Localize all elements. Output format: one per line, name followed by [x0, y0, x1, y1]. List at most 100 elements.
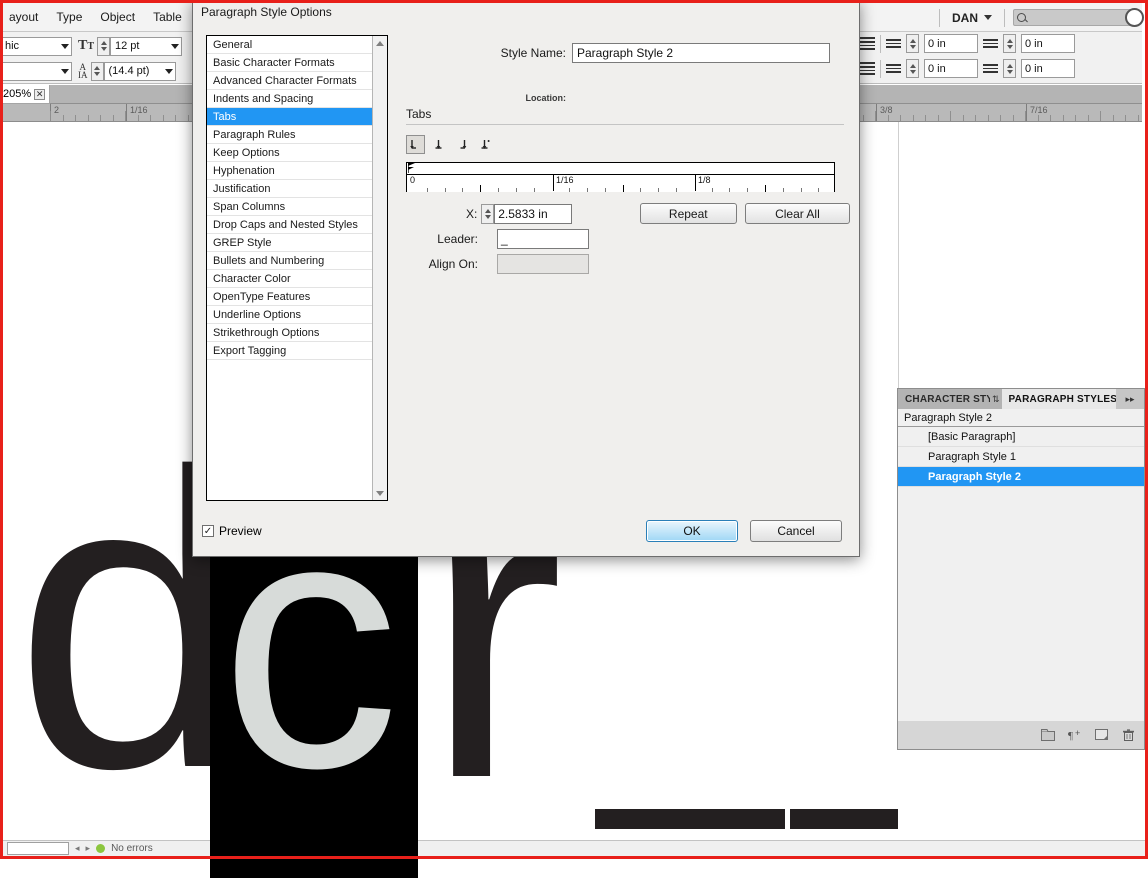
leading-stepper[interactable]	[90, 61, 104, 81]
new-style-group-icon[interactable]	[1040, 728, 1055, 742]
indent-last-stepper[interactable]	[1003, 59, 1016, 78]
preview-checkbox[interactable]: ✓	[202, 525, 214, 537]
dialog-category-label: Bullets and Numbering	[213, 255, 325, 267]
font-size-combo[interactable]: 12 pt	[110, 36, 183, 56]
list-item[interactable]: Paragraph Style 2	[898, 467, 1144, 487]
next-page-icon[interactable]: ▸	[86, 843, 91, 854]
duplicate-style-icon[interactable]	[1094, 728, 1109, 742]
menu-object[interactable]: Object	[91, 8, 144, 26]
search-icon	[1017, 13, 1026, 22]
indent-controls-row-1: 0 in 0 in	[860, 34, 1075, 53]
divider	[880, 34, 881, 53]
dialog-category-advanced-character-formats[interactable]: Advanced Character Formats	[207, 72, 372, 90]
clear-all-button[interactable]: Clear All	[744, 203, 850, 224]
dialog-category-span-columns[interactable]: Span Columns	[207, 198, 372, 216]
align-right-tab-button[interactable]	[452, 135, 471, 154]
tab-ruler-tick	[480, 185, 481, 192]
menu-layout[interactable]: ayout	[0, 8, 47, 26]
dialog-category-justification[interactable]: Justification	[207, 180, 372, 198]
dialog-category-basic-character-formats[interactable]: Basic Character Formats	[207, 54, 372, 72]
repeat-button-label: Repeat	[668, 206, 708, 221]
scroll-down-icon[interactable]	[373, 486, 387, 500]
style-name-input[interactable]: Paragraph Style 2	[572, 43, 830, 63]
menu-table[interactable]: Table	[144, 8, 191, 26]
font-style-combo[interactable]	[0, 61, 72, 81]
page-number-combo[interactable]	[7, 842, 69, 855]
style-name-label-text: Style Name:	[500, 46, 566, 60]
dialog-category-keep-options[interactable]: Keep Options	[207, 144, 372, 162]
align-left-tab-button[interactable]	[406, 135, 425, 154]
dialog-category-export-tagging[interactable]: Export Tagging	[207, 342, 372, 360]
x-position-label: X:	[398, 207, 477, 221]
new-paragraph-style-icon[interactable]: ¶ +	[1067, 728, 1082, 742]
scroll-up-icon[interactable]	[373, 36, 387, 50]
align-center-tab-button[interactable]	[429, 135, 448, 154]
dialog-category-character-color[interactable]: Character Color	[207, 270, 372, 288]
delete-style-icon[interactable]	[1121, 728, 1136, 742]
tab-paragraph-styles[interactable]: PARAGRAPH STYLES	[1001, 389, 1125, 409]
list-item[interactable]: [Basic Paragraph]	[898, 427, 1144, 447]
prev-page-icon[interactable]: ◂	[75, 843, 80, 854]
align-justify-icon[interactable]	[860, 62, 875, 76]
font-family-combo[interactable]: hic	[0, 36, 72, 56]
dialog-category-general[interactable]: General	[207, 36, 372, 54]
dialog-category-opentype-features[interactable]: OpenType Features	[207, 288, 372, 306]
indent-first-stepper[interactable]	[906, 59, 919, 78]
styles-list[interactable]: [Basic Paragraph] Paragraph Style 1 Paragr…	[898, 427, 1144, 721]
indent-first-input[interactable]: 0 in	[924, 59, 978, 78]
dialog-title-bar[interactable]: Paragraph Style Options	[193, 1, 859, 23]
close-icon[interactable]: ✕	[34, 88, 46, 100]
x-position-input[interactable]: 2.5833 in	[494, 203, 572, 224]
dialog-category-grep-style[interactable]: GREP Style	[207, 234, 372, 252]
tab-character-styles[interactable]: CHARACTER STY	[898, 389, 990, 409]
collapse-panel-icon[interactable]: ▸▸	[1116, 389, 1144, 409]
indent-left-input[interactable]: 0 in	[924, 34, 978, 53]
help-icon[interactable]	[1125, 8, 1144, 27]
ruler-tick	[1013, 115, 1014, 121]
panel-grip-icon[interactable]: ⇅	[990, 389, 1002, 409]
dialog-category-bullets-and-numbering[interactable]: Bullets and Numbering	[207, 252, 372, 270]
dialog-category-label: Hyphenation	[213, 165, 275, 177]
indent-last-input[interactable]: 0 in	[1021, 59, 1075, 78]
ruler-tick	[1075, 115, 1076, 121]
leading-combo[interactable]: (14.4 pt)	[103, 61, 176, 81]
dialog-category-list[interactable]: General Basic Character Formats Advanced C…	[207, 36, 372, 500]
dialog-category-drop-caps-and-nested-styles[interactable]: Drop Caps and Nested Styles	[207, 216, 372, 234]
tab-ruler-label: 1/16	[556, 175, 574, 185]
workspace-switcher[interactable]: DAN	[948, 11, 996, 25]
zoom-level-label: 205%	[3, 88, 32, 100]
tab-ruler-track[interactable]	[407, 163, 834, 175]
cancel-button[interactable]: Cancel	[750, 520, 842, 542]
dialog-category-indents-and-spacing[interactable]: Indents and Spacing	[207, 90, 372, 108]
dialog-category-strikethrough-options[interactable]: Strikethrough Options	[207, 324, 372, 342]
style-name-label: Style Name:	[398, 46, 566, 60]
search-input[interactable]	[1013, 9, 1138, 26]
ok-button[interactable]: OK	[646, 520, 738, 542]
dialog-category-label: Basic Character Formats	[213, 57, 335, 69]
list-item[interactable]: Paragraph Style 1	[898, 447, 1144, 467]
align-decimal-tab-button[interactable]	[475, 135, 494, 154]
align-right-icon[interactable]	[860, 37, 875, 51]
document-tab[interactable]: 205% ✕	[0, 85, 50, 104]
ruler-tick	[913, 115, 914, 121]
dialog-category-paragraph-rules[interactable]: Paragraph Rules	[207, 126, 372, 144]
dialog-category-underline-options[interactable]: Underline Options	[207, 306, 372, 324]
menu-type[interactable]: Type	[47, 8, 91, 26]
tab-stop-marker[interactable]	[407, 163, 416, 173]
tab-ruler[interactable]: 0 1/16 1/8	[406, 162, 835, 192]
dialog-category-hyphenation[interactable]: Hyphenation	[207, 162, 372, 180]
font-size-stepper[interactable]	[97, 36, 111, 56]
preview-toggle[interactable]: ✓ Preview	[202, 524, 262, 538]
indent-left-stepper[interactable]	[906, 34, 919, 53]
indent-right-stepper[interactable]	[1003, 34, 1016, 53]
category-list-scrollbar[interactable]	[372, 36, 387, 500]
indent-right-input[interactable]: 0 in	[1021, 34, 1075, 53]
x-position-stepper[interactable]	[481, 203, 495, 224]
align-on-input[interactable]	[497, 253, 589, 274]
ok-button-label: OK	[683, 524, 701, 538]
repeat-button[interactable]: Repeat	[639, 203, 737, 224]
indent-left-icon	[886, 37, 901, 51]
dialog-category-tabs[interactable]: Tabs	[207, 108, 372, 126]
dialog-title-label: Paragraph Style Options	[201, 5, 332, 19]
leader-input[interactable]: _	[497, 228, 589, 249]
